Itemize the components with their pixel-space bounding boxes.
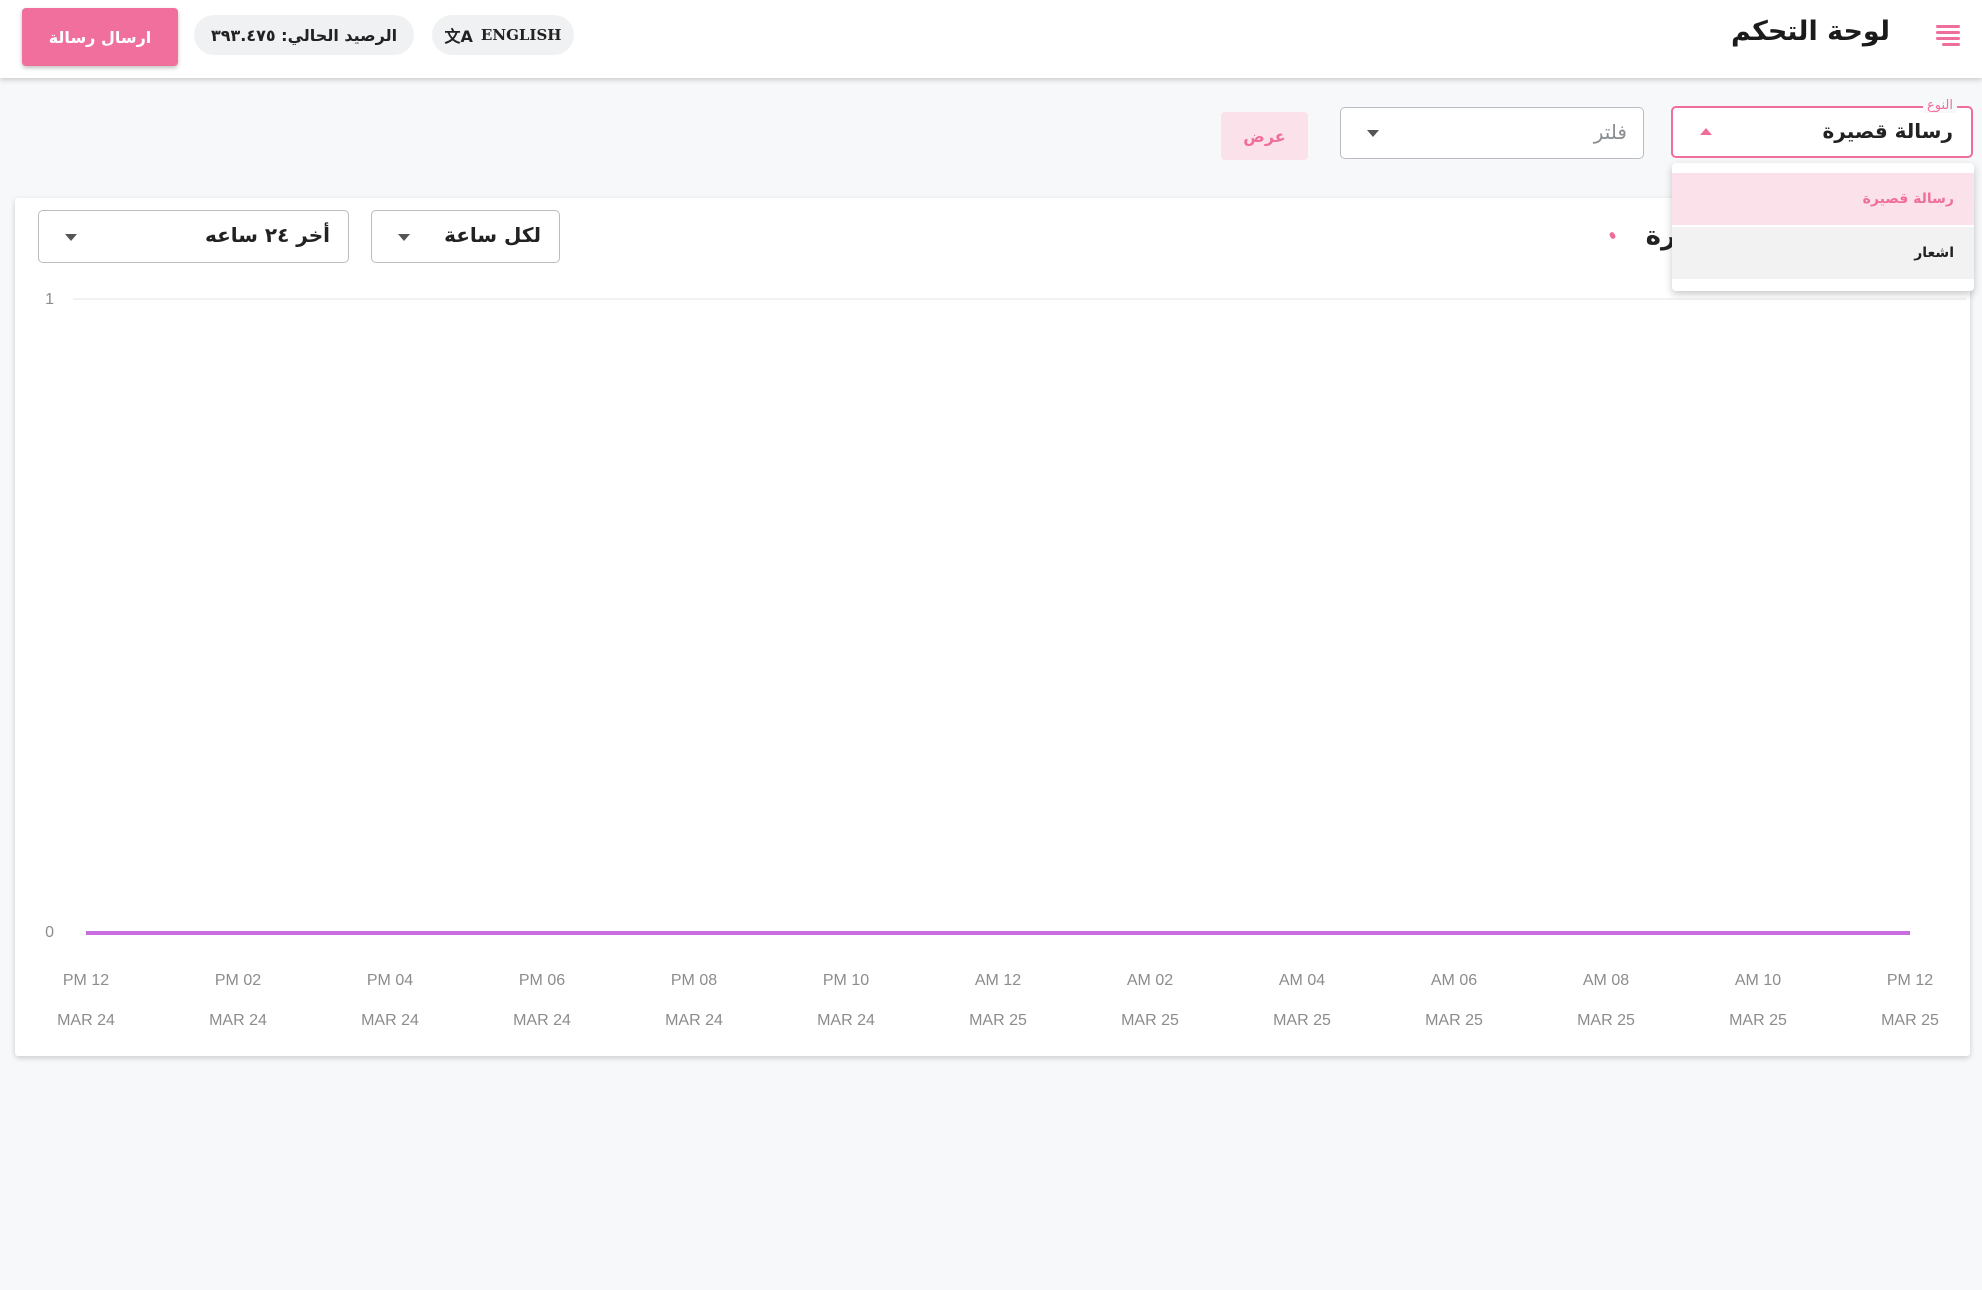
x-tick-time-label: AM 10 bbox=[1735, 972, 1781, 989]
type-select-label: النوع bbox=[1923, 98, 1957, 113]
y-tick-label: 0 bbox=[45, 924, 54, 941]
x-tick-time-label: PM 10 bbox=[823, 972, 869, 989]
filter-select[interactable]: فلتر bbox=[1340, 107, 1644, 159]
x-tick-date-label: MAR 25 bbox=[1881, 1012, 1939, 1029]
line-chart: 1 0 PM 12 MAR 24 PM 02 MAR 24 PM 04 MAR 24 PM … bbox=[45, 291, 1966, 1029]
x-tick-time-label: PM 12 bbox=[1887, 972, 1933, 989]
view-button[interactable]: عرض bbox=[1221, 112, 1308, 160]
x-tick-time-label: PM 02 bbox=[215, 972, 261, 989]
x-tick-date-label: MAR 25 bbox=[1121, 1012, 1179, 1029]
x-tick-date-label: MAR 25 bbox=[969, 1012, 1027, 1029]
language-toggle[interactable]: 文A ENGLISH bbox=[432, 15, 574, 55]
caret-up-icon bbox=[1700, 128, 1712, 135]
x-tick-date-label: MAR 25 bbox=[1577, 1012, 1635, 1029]
type-select-value: رسالة قصيرة bbox=[1822, 119, 1953, 143]
send-message-button[interactable]: ارسال رسالة bbox=[22, 8, 178, 66]
page-title: لوحة التحكم bbox=[1730, 16, 1890, 47]
chevron-down-icon bbox=[1367, 130, 1379, 137]
y-tick-label: 1 bbox=[45, 291, 54, 308]
menu-icon[interactable] bbox=[1936, 25, 1960, 47]
chevron-down-icon bbox=[398, 234, 410, 241]
x-tick-time-label: PM 08 bbox=[671, 972, 717, 989]
x-tick-date-label: MAR 25 bbox=[1729, 1012, 1787, 1029]
balance-chip: الرصيد الحالي: ٣٩٣.٤٧٥ bbox=[194, 15, 414, 55]
x-tick-date-label: MAR 24 bbox=[361, 1012, 419, 1029]
range-value: أخر ٢٤ ساعه bbox=[204, 223, 330, 247]
x-tick-date-label: MAR 24 bbox=[665, 1012, 723, 1029]
x-tick-date-label: MAR 24 bbox=[817, 1012, 875, 1029]
type-select[interactable]: النوع رسالة قصيرة bbox=[1671, 98, 1973, 158]
x-tick-date-label: MAR 24 bbox=[57, 1012, 115, 1029]
translate-icon: 文A bbox=[444, 27, 473, 46]
chevron-down-icon bbox=[65, 234, 77, 241]
x-tick-time-label: AM 04 bbox=[1279, 972, 1325, 989]
filter-placeholder: فلتر bbox=[1593, 120, 1627, 144]
top-app-bar: لوحة التحكم 文A ENGLISH الرصيد الحالي: ٣٩… bbox=[0, 0, 1982, 78]
range-select[interactable]: أخر ٢٤ ساعه bbox=[38, 210, 349, 263]
type-dropdown-menu: رسالة قصيرة اشعار bbox=[1672, 163, 1974, 291]
x-tick-date-label: MAR 25 bbox=[1425, 1012, 1483, 1029]
x-tick-time-label: PM 06 bbox=[519, 972, 565, 989]
x-tick-time-label: AM 02 bbox=[1127, 972, 1173, 989]
x-tick-time-label: AM 08 bbox=[1583, 972, 1629, 989]
x-tick-date-label: MAR 25 bbox=[1273, 1012, 1331, 1029]
dropdown-option-sms[interactable]: رسالة قصيرة bbox=[1672, 173, 1974, 225]
x-tick-date-label: MAR 24 bbox=[209, 1012, 267, 1029]
language-label: ENGLISH bbox=[480, 26, 562, 44]
interval-select[interactable]: لكل ساعة bbox=[371, 210, 560, 263]
chart-title: رة bbox=[1645, 221, 1676, 251]
x-tick-time-label: PM 04 bbox=[367, 972, 413, 989]
x-tick-time-label: AM 06 bbox=[1431, 972, 1477, 989]
interval-value: لكل ساعة bbox=[444, 223, 541, 247]
dropdown-option-notification[interactable]: اشعار bbox=[1672, 227, 1974, 279]
x-tick-date-label: MAR 24 bbox=[513, 1012, 571, 1029]
x-tick-time-label: PM 12 bbox=[63, 972, 109, 989]
x-tick-time-label: AM 12 bbox=[975, 972, 1021, 989]
